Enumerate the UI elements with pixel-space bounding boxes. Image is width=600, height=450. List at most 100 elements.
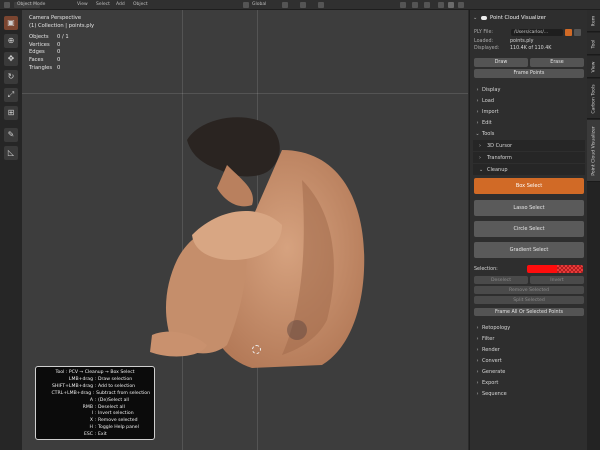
editor-type-icon[interactable]	[4, 2, 10, 8]
gizmo-icon[interactable]	[412, 2, 418, 8]
3d-viewport[interactable]: Camera Perspective (1) Collection | poin…	[22, 10, 468, 450]
subsection-transform[interactable]: › Transform	[473, 152, 585, 163]
transform-icon[interactable]: ⊞	[4, 106, 18, 120]
viewport-header: Object Mode View Select Add Object Globa…	[0, 0, 600, 10]
subsection-3d-cursor[interactable]: › 3D Cursor	[473, 140, 585, 151]
point-cloud-figure[interactable]	[132, 110, 392, 380]
remove-selected-button[interactable]: Remove Selected	[474, 286, 584, 294]
collection-label: (1) Collection | points.ply	[29, 22, 95, 29]
orientation-icon[interactable]	[243, 2, 249, 8]
folder-icon[interactable]	[574, 29, 581, 36]
chevron-down-icon: ⌄	[475, 130, 480, 137]
section-retopology[interactable]: › Retopology	[473, 322, 585, 333]
snap-icon[interactable]	[300, 2, 306, 8]
erase-button[interactable]: Erase	[530, 58, 584, 67]
tab-point-cloud-visualizer[interactable]: Point Cloud Visualizer	[587, 120, 600, 182]
orientation-dropdown[interactable]: Global	[252, 2, 266, 7]
chevron-right-icon: ›	[476, 379, 479, 386]
select-box-icon[interactable]: ▣	[4, 16, 18, 30]
chevron-right-icon: ›	[479, 142, 481, 149]
help-line: A : (De)Select all	[89, 397, 129, 403]
stat-vertices: Vertices 0	[29, 41, 61, 48]
chevron-right-icon: ›	[476, 357, 479, 364]
perspective-label: Camera Perspective	[29, 15, 82, 21]
section-export[interactable]: › Export	[473, 377, 585, 388]
frame-points-button[interactable]: Frame Points	[474, 69, 584, 78]
section-filter[interactable]: › Filter	[473, 333, 585, 344]
chevron-right-icon: ›	[476, 335, 479, 342]
frame-all-button[interactable]: Frame All Or Selected Points	[474, 308, 584, 316]
invert-button[interactable]: Invert	[530, 276, 584, 284]
shading-material-icon[interactable]	[458, 2, 464, 8]
chevron-right-icon: ›	[476, 368, 479, 375]
menu-view[interactable]: View	[77, 2, 88, 7]
menu-select[interactable]: Select	[96, 2, 110, 7]
visibility-icon[interactable]	[400, 2, 406, 8]
lasso-select-button[interactable]: Lasso Select	[474, 200, 584, 216]
section-convert[interactable]: › Convert	[473, 355, 585, 366]
section-sequence[interactable]: › Sequence	[473, 388, 585, 399]
scale-icon[interactable]: ⤢	[4, 88, 18, 102]
section-generate[interactable]: › Generate	[473, 366, 585, 377]
subsection-cleanup[interactable]: ⌄ Cleanup	[473, 164, 585, 175]
reload-icon[interactable]	[565, 29, 572, 36]
shading-solid-icon[interactable]	[448, 2, 454, 8]
tab-tool[interactable]: Tool	[587, 33, 600, 55]
ply-file-row: PLY File:	[474, 30, 494, 35]
deselect-button[interactable]: Deselect	[474, 276, 528, 284]
split-selected-button[interactable]: Split Selected	[474, 296, 584, 304]
measure-icon[interactable]: ◺	[4, 146, 18, 160]
overlay-icon[interactable]	[424, 2, 430, 8]
cloud-icon	[481, 15, 487, 20]
ply-file-field[interactable]: /Users/carlos/...	[511, 29, 563, 36]
gradient-select-button[interactable]: Gradient Select	[474, 242, 584, 258]
tool-shelf: ▣ ⊕ ✥ ↻ ⤢ ⊞ ✎ ◺	[0, 10, 22, 450]
displayed-row: Displayed: 110.4K of 110.4K	[474, 46, 552, 51]
3d-cursor-icon	[252, 345, 261, 354]
tab-carbon-tools[interactable]: Carbon Tools	[587, 79, 600, 119]
loaded-row: Loaded: points.ply	[474, 39, 534, 44]
chevron-right-icon: ›	[479, 154, 481, 161]
help-title: Tool : PCV → Cleanup → Box Select	[55, 370, 135, 375]
pivot-icon[interactable]	[282, 2, 288, 8]
stat-edges: Edges 0	[29, 49, 61, 56]
section-import[interactable]: › Import	[473, 106, 585, 117]
selection-color-swatch[interactable]	[527, 265, 583, 273]
tab-view[interactable]: View	[587, 56, 600, 78]
cursor-icon[interactable]: ⊕	[4, 34, 18, 48]
box-select-button[interactable]: Box Select	[474, 178, 584, 194]
chevron-down-icon: ⌄	[479, 166, 484, 173]
chevron-right-icon: ›	[476, 97, 479, 104]
section-load[interactable]: › Load	[473, 95, 585, 106]
chevron-right-icon: ›	[476, 324, 479, 331]
pcv-side-panel: ⌄ Point Cloud Visualizer PLY File: /User…	[469, 10, 587, 450]
help-panel: Tool : PCV → Cleanup → Box Select LMB+dr…	[35, 366, 155, 440]
help-line: ESC : Exit	[83, 432, 107, 438]
circle-select-button[interactable]: Circle Select	[474, 221, 584, 237]
help-line: SHIFT+LMB+drag : Add to selection	[51, 383, 136, 389]
chevron-right-icon: ›	[476, 119, 479, 126]
menu-add[interactable]: Add	[116, 2, 125, 7]
rotate-icon[interactable]: ↻	[4, 70, 18, 84]
xray-icon[interactable]	[438, 2, 444, 8]
annotate-icon[interactable]: ✎	[4, 128, 18, 142]
section-display[interactable]: › Display	[473, 84, 585, 95]
help-line: CTRL+LMB+drag : Subtract from selection	[51, 390, 150, 396]
chevron-right-icon: ›	[476, 108, 479, 115]
selection-alpha	[557, 265, 583, 273]
section-edit[interactable]: › Edit	[473, 117, 585, 128]
panel-header[interactable]: ⌄ Point Cloud Visualizer	[473, 13, 585, 22]
section-render[interactable]: › Render	[473, 344, 585, 355]
panel-title: Point Cloud Visualizer	[490, 14, 546, 21]
chevron-right-icon: ›	[476, 346, 479, 353]
proportional-icon[interactable]	[318, 2, 324, 8]
menu-object[interactable]: Object	[133, 2, 148, 7]
stat-objects: Objects 0 / 1	[29, 34, 69, 41]
camera-guide-horizontal	[22, 93, 468, 94]
chevron-right-icon: ›	[476, 86, 479, 93]
move-icon[interactable]: ✥	[4, 52, 18, 66]
help-line: LMB+drag : Draw selection	[68, 376, 133, 382]
tab-item[interactable]: Item	[587, 10, 600, 32]
draw-button[interactable]: Draw	[474, 58, 528, 67]
section-tools[interactable]: ⌄ Tools	[473, 128, 585, 139]
